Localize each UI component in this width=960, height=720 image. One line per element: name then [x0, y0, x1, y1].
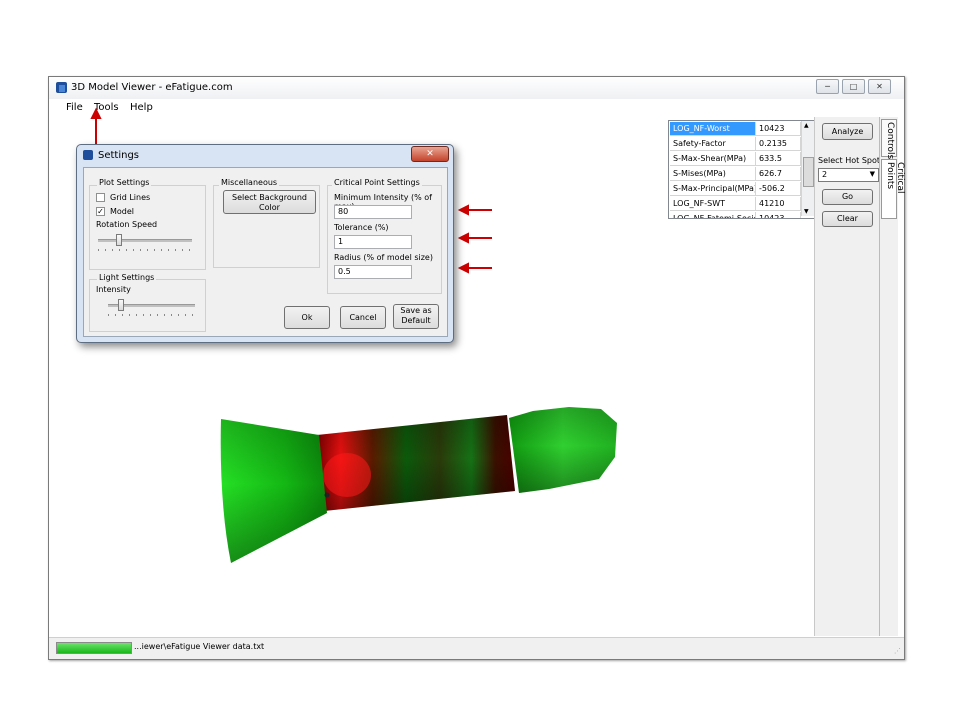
model-checkbox[interactable]: ✓	[96, 207, 105, 216]
settings-app-icon	[83, 150, 93, 160]
tolerance-input[interactable]: 1	[334, 235, 412, 249]
ok-button[interactable]: Ok	[284, 306, 330, 329]
grid-lines-label: Grid Lines	[110, 193, 151, 202]
rotation-speed-track[interactable]	[98, 239, 192, 242]
arrow-head-icon	[457, 232, 469, 244]
settings-close-button[interactable]: ✕	[411, 146, 449, 162]
settings-dialog: Settings ✕ Plot Settings Grid Lines ✓ Mo…	[76, 144, 454, 343]
intensity-label: Intensity	[96, 285, 131, 294]
light-intensity-ticks	[108, 314, 195, 316]
arrow-head-icon	[457, 204, 469, 216]
select-bg-color-button[interactable]: Select Background Color	[223, 190, 316, 214]
arrow-head-icon	[457, 262, 469, 274]
plot-settings-label: Plot Settings	[97, 178, 152, 187]
arrow-head-icon	[90, 107, 102, 119]
radius-label: Radius (% of model size)	[334, 253, 433, 262]
light-intensity-slider[interactable]	[117, 299, 124, 311]
misc-label: Miscellaneous	[219, 178, 280, 187]
tolerance-label: Tolerance (%)	[334, 223, 389, 232]
rotation-speed-label: Rotation Speed	[96, 220, 158, 229]
critical-point-label: Critical Point Settings	[332, 178, 422, 187]
model-label: Model	[110, 207, 135, 216]
grid-lines-checkbox[interactable]	[96, 193, 105, 202]
settings-title: Settings	[98, 150, 140, 161]
rotation-speed-slider[interactable]	[115, 234, 122, 246]
annotation-overlay	[90, 107, 492, 274]
cancel-button[interactable]: Cancel	[340, 306, 386, 329]
rotation-speed-ticks	[98, 249, 192, 251]
save-as-default-button[interactable]: Save as Default	[393, 304, 439, 329]
radius-input[interactable]: 0.5	[334, 265, 412, 279]
light-settings-label: Light Settings	[97, 273, 157, 282]
settings-body: Plot Settings Grid Lines ✓ Model Rotatio…	[83, 167, 448, 337]
min-intensity-input[interactable]: 80	[334, 205, 412, 219]
